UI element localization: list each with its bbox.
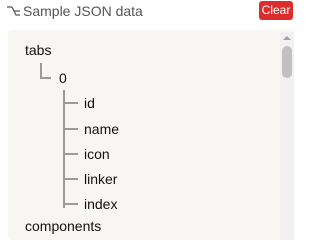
scroll-thumb[interactable] — [282, 46, 292, 78]
tree-node-tabs[interactable]: tabs — [25, 42, 51, 58]
widget-title: Sample JSON data — [23, 3, 143, 19]
clear-button[interactable]: Clear — [259, 1, 293, 20]
tree-connector-lines — [40, 63, 78, 208]
tree-node-components[interactable]: components — [25, 218, 101, 234]
tree-node-icon[interactable]: icon — [84, 146, 110, 162]
json-tree-panel: tabs 0 id name icon linker index compone… — [8, 30, 294, 240]
tree-node-name[interactable]: name — [84, 121, 119, 137]
sample-json-widget: Sample JSON data Clear tabs 0 id name ic… — [0, 0, 300, 240]
vertical-scrollbar[interactable] — [280, 32, 294, 240]
widget-title-row: Sample JSON data — [6, 1, 143, 21]
widget-header: Sample JSON data Clear — [0, 0, 300, 26]
tree-node-linker[interactable]: linker — [84, 171, 117, 187]
tree-structure-icon — [7, 6, 20, 16]
scroll-up-arrow-icon[interactable] — [280, 32, 294, 44]
tree-node-index[interactable]: index — [84, 196, 117, 212]
tree-node-index-0[interactable]: 0 — [59, 70, 67, 86]
tree-node-id[interactable]: id — [84, 95, 95, 111]
